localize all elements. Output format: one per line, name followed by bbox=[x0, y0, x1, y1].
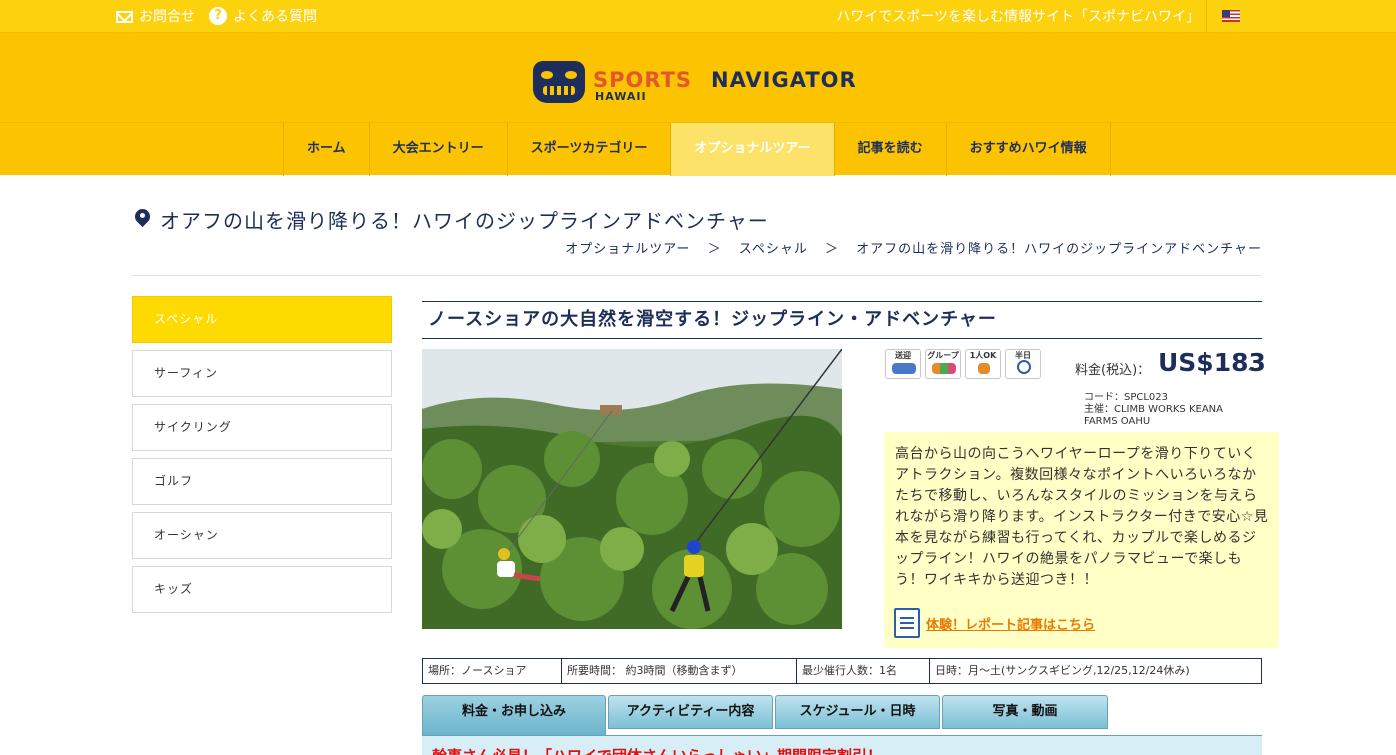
tour-description-box: 高台から山の向こうへワイヤーロープを滑り下りていくアトラクション。複数回様々なポ… bbox=[884, 432, 1279, 648]
main-nav: ホーム 大会エントリー スポーツカテゴリー オプショナルツアー 記事を読む おす… bbox=[0, 122, 1396, 176]
sidebar-item-special[interactable]: スペシャル bbox=[132, 296, 392, 343]
site-description: ハワイでスポーツを楽しむ情報サイト「スポナビハワイ」 bbox=[836, 9, 1200, 25]
breadcrumb-item-special[interactable]: スペシャル bbox=[739, 242, 808, 257]
utility-bar: お問合せ ? よくある質問 ハワイでスポーツを楽しむ情報サイト「スポナビハワイ」 bbox=[0, 0, 1396, 33]
car-icon: 送迎 bbox=[885, 349, 921, 379]
site-header: SPORTS NAVIGATOR HAWAII bbox=[0, 33, 1396, 122]
tab-activity-details[interactable]: アクティビティー内容 bbox=[608, 695, 773, 729]
nav-item-hawaii-info[interactable]: おすすめハワイ情報 bbox=[947, 123, 1111, 176]
us-flag-icon[interactable] bbox=[1222, 10, 1240, 22]
feature-label: 半日 bbox=[1015, 351, 1031, 360]
info-schedule: 日時：月〜土(サンクスギビング,12/25,12/24休み) bbox=[935, 664, 1190, 677]
notepad-icon bbox=[894, 608, 920, 638]
tab-price-application[interactable]: 料金・お申し込み bbox=[422, 695, 606, 736]
breadcrumb-separator: ＞ bbox=[707, 242, 722, 257]
tour-meta: コード：SPCL023 主催：CLIMB WORKS KEANA FARMS O… bbox=[1084, 392, 1234, 428]
divider bbox=[1206, 0, 1207, 32]
sidebar-item-kids[interactable]: キッズ bbox=[132, 566, 392, 613]
map-pin-icon bbox=[135, 209, 150, 231]
clock-icon: 半日 bbox=[1005, 349, 1041, 379]
sidebar-item-cycling[interactable]: サイクリング bbox=[132, 404, 392, 451]
feature-label: 1人OK bbox=[969, 351, 997, 360]
divider bbox=[132, 275, 1262, 276]
breadcrumb-item-optional-tour[interactable]: オプショナルツアー bbox=[565, 242, 690, 257]
breadcrumb-item-current: オアフの山を滑り降りる！ハワイのジップラインアドベンチャー bbox=[856, 242, 1262, 257]
main-nav-list: ホーム 大会エントリー スポーツカテゴリー オプショナルツアー 記事を読む おす… bbox=[283, 123, 1111, 176]
tour-organizer: 主催：CLIMB WORKS KEANA FARMS OAHU bbox=[1084, 404, 1223, 427]
group-icon: グループ bbox=[925, 349, 961, 379]
info-min-people: 最少催行人数：1名 bbox=[797, 659, 930, 683]
mail-icon bbox=[116, 11, 133, 23]
tour-info-table: 場所：ノースショア 所要時間： 約3時間（移動含まず） 最少催行人数：1名 日時… bbox=[422, 658, 1262, 684]
promo-text: 幹事さん必見！「ハワイで団体さんいらっしゃい」期間限定割引！ bbox=[432, 745, 882, 755]
zipline-photo-illustration bbox=[422, 349, 842, 629]
group-shape bbox=[932, 363, 956, 374]
price-label: 料金(税込)： bbox=[1075, 363, 1151, 378]
nav-item-event-entry[interactable]: 大会エントリー bbox=[370, 123, 508, 176]
price-suffix: 〜 bbox=[1248, 363, 1262, 378]
tab-photos-videos[interactable]: 写真・動画 bbox=[942, 695, 1108, 729]
tab-panel: 幹事さん必見！「ハワイで団体さんいらっしゃい」期間限定割引！ bbox=[422, 735, 1262, 755]
contact-label: お問合せ bbox=[139, 9, 195, 25]
faq-link[interactable]: ? よくある質問 bbox=[209, 6, 317, 26]
tour-photo bbox=[422, 349, 842, 629]
sidebar-item-golf[interactable]: ゴルフ bbox=[132, 458, 392, 505]
feature-label: グループ bbox=[927, 351, 959, 360]
page-title-block: オアフの山を滑り降りる！ハワイのジップラインアドベンチャー bbox=[135, 205, 769, 234]
breadcrumb: オプショナルツアー ＞ スペシャル ＞ オアフの山を滑り降りる！ハワイのジップラ… bbox=[565, 238, 1262, 257]
nav-item-home[interactable]: ホーム bbox=[284, 123, 370, 176]
info-location: 場所：ノースショア bbox=[423, 659, 562, 683]
sidebar-item-ocean[interactable]: オーシャン bbox=[132, 512, 392, 559]
report-link-block: 体験！レポート記事はこちら bbox=[894, 608, 1095, 638]
report-link[interactable]: 体験！レポート記事はこちら bbox=[926, 614, 1095, 633]
faq-label: よくある質問 bbox=[233, 9, 317, 25]
tour-description: 高台から山の向こうへワイヤーロープを滑り下りていくアトラクション。複数回様々なポ… bbox=[895, 446, 1269, 588]
info-duration: 所要時間： 約3時間（移動含まず） bbox=[562, 659, 797, 683]
logo-word-navigator: NAVIGATOR bbox=[711, 68, 857, 92]
sidebar-item-surfing[interactable]: サーフィン bbox=[132, 350, 392, 397]
clock-shape bbox=[1017, 360, 1031, 374]
car-shape bbox=[892, 363, 916, 374]
breadcrumb-separator: ＞ bbox=[824, 242, 839, 257]
page-title: オアフの山を滑り降りる！ハワイのジップラインアドベンチャー bbox=[160, 209, 769, 233]
nav-item-articles[interactable]: 記事を読む bbox=[835, 123, 947, 176]
tour-tabs: 料金・お申し込み アクティビティー内容 スケジュール・日時 写真・動画 bbox=[422, 695, 1108, 736]
tab-schedule[interactable]: スケジュール・日時 bbox=[775, 695, 940, 729]
tiki-mask-icon bbox=[533, 61, 585, 103]
nav-item-optional-tour[interactable]: オプショナルツアー bbox=[671, 123, 835, 176]
person-shape bbox=[978, 363, 990, 374]
question-icon: ? bbox=[209, 7, 227, 25]
nav-item-sports-category[interactable]: スポーツカテゴリー bbox=[508, 123, 672, 176]
feature-label: 送迎 bbox=[895, 351, 911, 360]
logo-word-hawaii: HAWAII bbox=[595, 90, 647, 103]
tour-code: コード：SPCL023 bbox=[1084, 392, 1169, 403]
category-sidebar: スペシャル サーフィン サイクリング ゴルフ オーシャン キッズ bbox=[132, 296, 392, 620]
single-person-icon: 1人OK bbox=[965, 349, 1001, 379]
feature-icons: 送迎 グループ 1人OK 半日 bbox=[885, 349, 1041, 379]
site-logo[interactable]: SPORTS NAVIGATOR HAWAII bbox=[533, 61, 863, 105]
tour-heading: ノースショアの大自然を滑空する！ジップライン・アドベンチャー bbox=[422, 301, 1262, 339]
contact-link[interactable]: お問合せ bbox=[116, 6, 195, 26]
logo-word-sports: SPORTS bbox=[593, 68, 693, 92]
